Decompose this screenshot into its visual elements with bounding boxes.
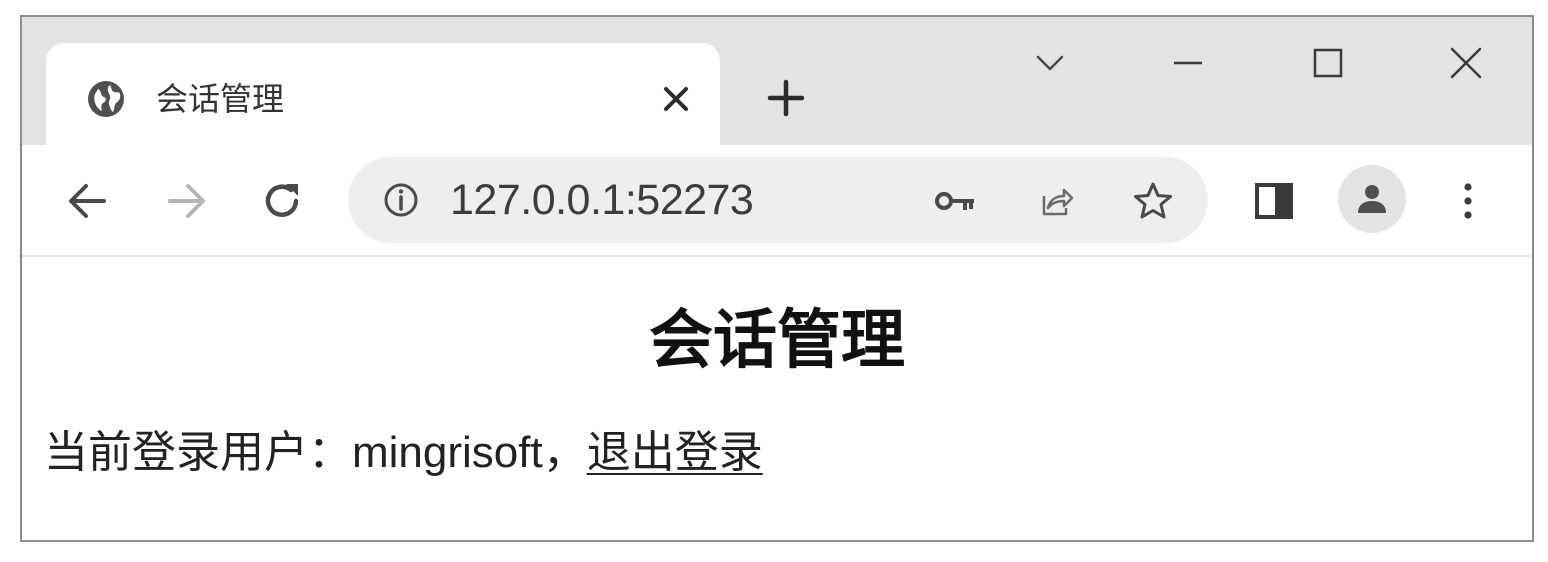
username: mingrisoft — [352, 428, 543, 477]
current-user-label: 当前登录用户： — [44, 427, 352, 478]
person-icon — [1358, 185, 1386, 213]
close-icon[interactable] — [1442, 39, 1490, 87]
current-user-line: 当前登录用户：mingrisoft，退出登录 — [44, 423, 763, 483]
star-icon[interactable] — [1130, 178, 1176, 224]
logout-link[interactable]: 退出登录 — [587, 427, 763, 478]
kebab-menu-icon[interactable] — [1442, 175, 1494, 227]
info-icon[interactable] — [380, 179, 422, 221]
tab-active[interactable]: 会话管理 — [46, 43, 720, 147]
page-title: 会话管理 — [649, 304, 905, 378]
close-icon[interactable] — [656, 79, 696, 119]
key-icon[interactable] — [932, 178, 978, 224]
separator: ， — [542, 427, 587, 478]
tab-strip: 会话管理 — [22, 17, 1532, 147]
plus-icon[interactable] — [762, 74, 810, 122]
profile-button[interactable] — [1338, 165, 1406, 233]
tab-title: 会话管理 — [156, 80, 285, 118]
browser-window: 会话管理 127.0.0.1:52273 会话管理 当前登录用户：mingris… — [20, 15, 1534, 542]
minimize-icon[interactable] — [1164, 39, 1212, 87]
arrow-left-icon[interactable] — [62, 175, 114, 227]
address-bar[interactable]: 127.0.0.1:52273 — [348, 157, 1208, 243]
page-content: 会话管理 当前登录用户：mingrisoft，退出登录 — [22, 257, 1532, 540]
reload-icon[interactable] — [256, 175, 308, 227]
url-text[interactable]: 127.0.0.1:52273 — [450, 175, 754, 225]
maximize-icon[interactable] — [1304, 39, 1352, 87]
side-panel-icon[interactable] — [1248, 175, 1300, 227]
globe-icon — [88, 81, 124, 117]
browser-toolbar: 127.0.0.1:52273 — [22, 145, 1532, 257]
arrow-right-icon[interactable] — [160, 175, 212, 227]
chevron-down-icon[interactable] — [1026, 39, 1074, 87]
share-icon[interactable] — [1032, 178, 1078, 224]
